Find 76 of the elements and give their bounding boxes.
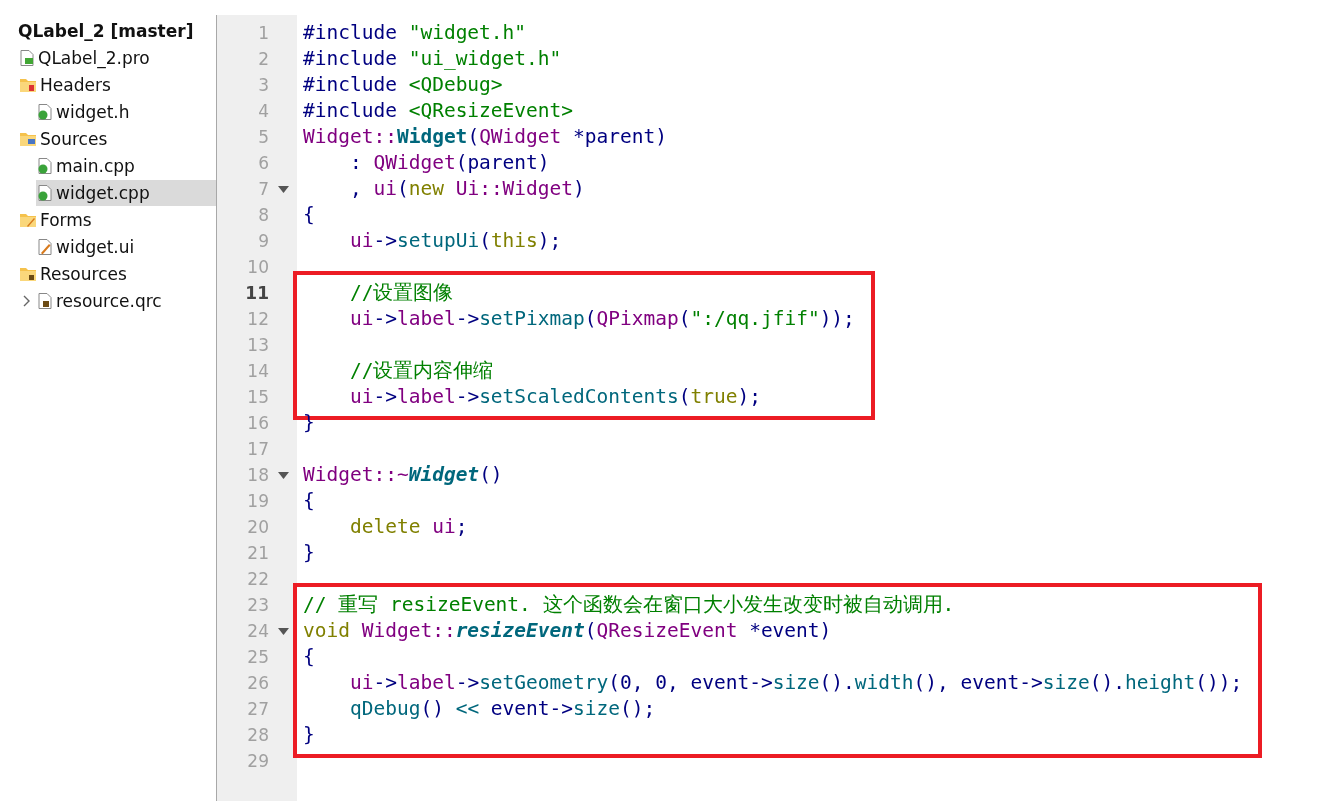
folder-icon — [20, 77, 36, 92]
line-number: 14 — [246, 361, 269, 381]
fold-arrow-icon[interactable] — [277, 627, 289, 635]
code-line: //设置图像 — [348, 280, 455, 306]
code-line: ui->label->setGeometry(0, 0, event->size().width(), event->size().height()); — [348, 670, 1243, 696]
code-line: //设置内容伸缩 — [348, 358, 495, 384]
line-number: 9 — [257, 231, 269, 251]
line-number: 25 — [246, 647, 269, 667]
line-number: 11 — [244, 283, 269, 303]
code-line: ui->setupUi(this); — [348, 228, 563, 254]
line-number: 3 — [257, 75, 269, 95]
line-number: 1 — [257, 23, 269, 43]
code-line: , ui(new Ui::Widget) — [348, 176, 586, 202]
tree-item[interactable]: widget.cpp — [36, 179, 216, 206]
line-number: 20 — [246, 517, 269, 537]
code-line: delete ui; — [348, 514, 469, 540]
code-line: { — [303, 202, 316, 228]
code-line: ui->label->setScaledContents(true); — [348, 384, 762, 410]
tree-item[interactable]: QLabel_2.pro — [18, 44, 216, 71]
code-line: // 重写 resizeEvent. 这个函数会在窗口大小发生改变时被自动调用. — [303, 592, 956, 618]
code-line: Widget::Widget(QWidget *parent) — [303, 124, 667, 150]
folder-icon — [20, 266, 36, 281]
line-number: 6 — [257, 153, 269, 173]
source-file-icon — [38, 184, 52, 201]
code-line: void Widget::resizeEvent(QResizeEvent *event) — [303, 618, 833, 644]
line-number: 23 — [246, 595, 269, 615]
code-line: Widget::~Widget() — [303, 462, 503, 488]
code-line: : QWidget(parent) — [348, 150, 551, 176]
project-file-icon — [20, 49, 34, 66]
tree-item[interactable]: resource.qrc — [36, 287, 216, 314]
source-file-icon — [38, 103, 52, 120]
line-number: 16 — [246, 413, 269, 433]
code-line: ui->label->setPixmap(QPixmap(":/qq.jfif")); — [348, 306, 855, 332]
code-line: } — [303, 540, 316, 566]
line-number: 17 — [246, 439, 269, 459]
line-number: 7 — [257, 179, 269, 199]
tree-item[interactable]: Headers — [18, 71, 216, 98]
code-line: #include <QResizeEvent> — [303, 98, 575, 124]
form-file-icon — [38, 238, 52, 255]
line-number: 13 — [246, 335, 269, 355]
fold-arrow-icon[interactable] — [277, 471, 289, 479]
line-number: 29 — [246, 751, 269, 771]
line-number: 22 — [246, 569, 269, 589]
tree-item[interactable]: Forms — [18, 206, 216, 233]
line-number: 10 — [246, 257, 269, 277]
tree-item[interactable]: widget.h — [36, 98, 216, 125]
line-number: 5 — [257, 127, 269, 147]
line-number: 21 — [246, 543, 269, 563]
tree-item[interactable]: widget.ui — [36, 233, 216, 260]
code-line: #include <QDebug> — [303, 72, 504, 98]
tree-item[interactable]: main.cpp — [36, 152, 216, 179]
line-number: 8 — [257, 205, 269, 225]
code-line: } — [303, 722, 316, 748]
line-number: 27 — [246, 699, 269, 719]
line-number: 26 — [246, 673, 269, 693]
code-line: qDebug() << event->size(); — [348, 696, 657, 722]
line-number: 19 — [246, 491, 269, 511]
tree-item[interactable]: Sources — [18, 125, 216, 152]
line-number: 28 — [246, 725, 269, 745]
line-number: 18 — [246, 465, 269, 485]
folder-icon — [20, 212, 36, 227]
line-number: 2 — [257, 49, 269, 69]
code-line: { — [303, 644, 316, 670]
folder-icon — [20, 131, 36, 146]
tree-item[interactable]: Resources — [18, 260, 216, 287]
line-number: 12 — [246, 309, 269, 329]
project-title[interactable]: QLabel_2 [master] — [16, 17, 216, 44]
fold-arrow-icon[interactable] — [277, 185, 289, 193]
source-file-icon — [38, 157, 52, 174]
line-number: 4 — [257, 101, 269, 121]
line-number: 15 — [246, 387, 269, 407]
resource-file-icon — [38, 292, 52, 309]
code-line: #include "widget.h" — [303, 20, 528, 46]
code-line: #include "ui_widget.h" — [303, 46, 563, 72]
line-number: 24 — [246, 621, 269, 641]
code-line: { — [303, 488, 316, 514]
